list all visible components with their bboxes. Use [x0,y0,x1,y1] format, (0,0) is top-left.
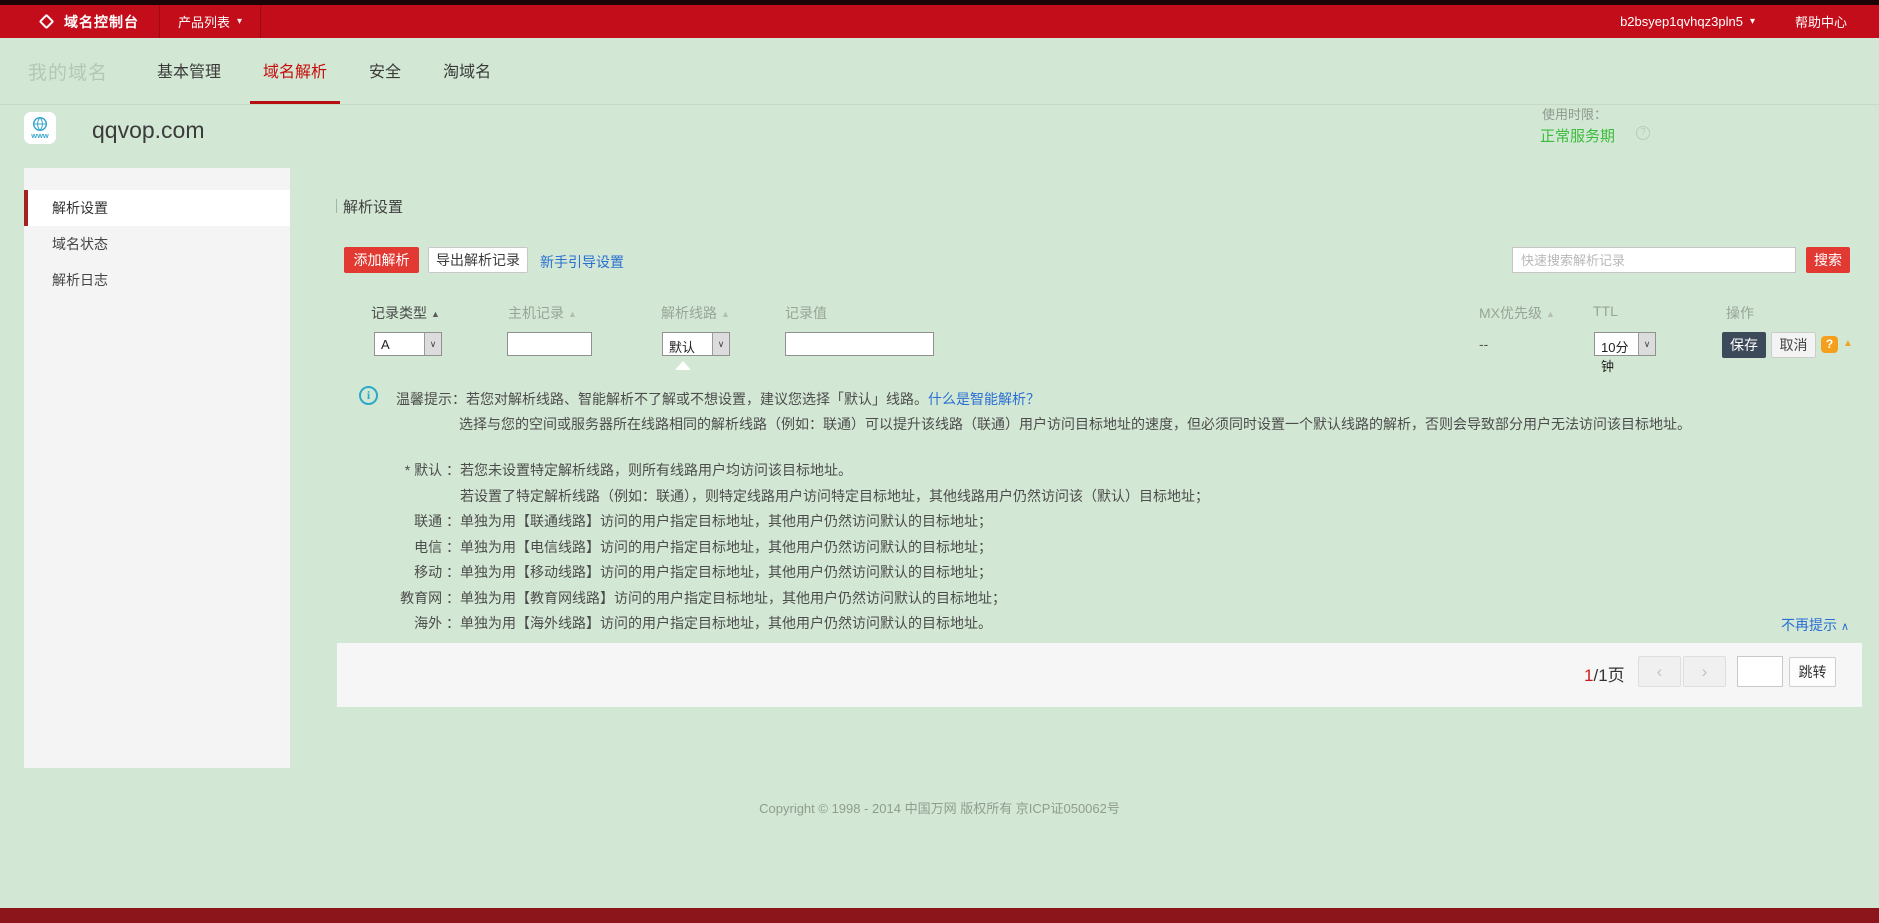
beginner-guide-link[interactable]: 新手引导设置 [540,252,624,272]
sidebar-item-domain-status[interactable]: 域名状态 [24,226,290,262]
account-menu[interactable]: b2bsyep1qvhqz3pln5 ▾ [1606,5,1769,38]
record-value-input[interactable] [785,332,934,356]
pagination-bar [337,643,1862,707]
column-header-mx-priority[interactable]: MX优先级 ▲ [1479,303,1555,323]
collapse-triangle-icon[interactable]: ▲ [1843,338,1853,349]
list-item: 移动 ：单独为用【移动线路】访问的用户指定目标地址，其他用户仍然访问默认的目标地… [414,564,992,580]
save-button[interactable]: 保存 [1722,332,1766,358]
sort-asc-icon: ▲ [1546,309,1555,319]
search-button[interactable]: 搜索 [1806,247,1850,273]
chevron-down-icon: ▾ [1749,16,1755,27]
sidebar-item-dns-settings[interactable]: 解析设置 [24,190,290,226]
wanwang-logo-icon [38,13,55,30]
what-is-smart-dns-link[interactable]: 什么是智能解析？ [928,391,1040,407]
usage-period-label: 使用时限： [1542,107,1608,122]
top-navbar: 域名控制台 产品列表 ▾ b2bsyep1qvhqz3pln5 ▾ 帮助中心 [0,5,1879,38]
page-jump-input[interactable] [1737,656,1783,687]
tips-line1: 温馨提示：若您对解析线路、智能解析不了解或不想设置，建议您选择「默认」线路。什么… [396,391,1040,407]
dismiss-tips-link[interactable]: 不再提示 ∧ [1781,615,1849,635]
sidebar: 解析设置 域名状态 解析日志 [24,168,290,768]
sidebar-item-dns-log[interactable]: 解析日志 [24,262,290,298]
select-arrow-icon: ∨ [712,333,729,355]
sort-asc-icon: ▲ [431,309,440,319]
brand-label: 域名控制台 [64,13,139,30]
copyright-footer: Copyright © 1998 - 2014 中国万网 版权所有 京ICP证0… [759,801,1120,816]
svg-text:www: www [30,131,49,140]
page-jump-button[interactable]: 跳转 [1789,657,1836,687]
prev-page-button[interactable]: ‹ [1638,656,1681,687]
tab-tao-domain[interactable]: 淘域名 [430,38,504,104]
list-item: * 默认 ：若您未设置特定解析线路，则所有线路用户均访问该目标地址。 [404,462,852,478]
tab-dns-resolution[interactable]: 域名解析 [250,38,341,104]
mx-priority-value: -- [1479,336,1489,352]
host-record-input[interactable] [507,332,592,356]
column-header-record-type[interactable]: 记录类型 ▲ [371,303,440,323]
list-item: 海外 ：单独为用【海外线路】访问的用户指定目标地址，其他用户仍然访问默认的目标地… [414,615,992,631]
title-marker [336,199,337,213]
list-item: 联通 ：单独为用【联通线路】访问的用户指定目标地址，其他用户仍然访问默认的目标地… [414,513,992,529]
bottom-red-bar [0,908,1879,923]
cancel-button[interactable]: 取消 [1771,332,1816,358]
column-header-line[interactable]: 解析线路 ▲ [661,303,730,323]
status-help-icon[interactable]: ? [1636,126,1650,140]
account-name: b2bsyep1qvhqz3pln5 [1620,14,1743,29]
add-record-button[interactable]: 添加解析 [344,247,419,273]
navbar-divider [260,5,262,38]
row-help-icon[interactable]: ? [1821,336,1838,353]
select-arrow-icon: ∨ [1638,333,1655,355]
search-input[interactable] [1512,247,1796,273]
tips-line2: 选择与您的空间或服务器所在线路相同的解析线路（例如：联通）可以提升该线路（联通）… [459,416,1691,432]
tab-basic-management[interactable]: 基本管理 [144,38,234,104]
section-title-my-domains: 我的域名 [28,62,109,84]
page-indicator: 1/1页 [1584,666,1625,685]
domain-console-page: 域名控制台 产品列表 ▾ b2bsyep1qvhqz3pln5 ▾ 帮助中心 我… [0,0,1879,923]
list-item: 教育网 ：单独为用【教育网线路】访问的用户指定目标地址，其他用户仍然访问默认的目… [400,589,1006,606]
info-icon: i [359,386,378,405]
domain-tabbar: 我的域名 基本管理 域名解析 安全 淘域名 [0,38,1879,105]
tooltip-arrow [675,361,691,370]
tab-security[interactable]: 安全 [356,38,414,104]
line-select[interactable]: 默认 ∨ [662,332,730,356]
line-explanations: * 默认 ：若您未设置特定解析线路，则所有线路用户均访问该目标地址。 若设置了特… [396,458,1209,637]
ttl-select[interactable]: 10分钟 ∨ [1594,332,1656,374]
console-brand[interactable]: 域名控制台 [0,5,159,38]
record-type-select[interactable]: A ∨ [374,332,442,356]
select-arrow-icon: ∨ [424,333,441,355]
list-item: 电信 ：单独为用【电信线路】访问的用户指定目标地址，其他用户仍然访问默认的目标地… [414,538,992,555]
column-header-actions: 操作 [1726,305,1754,321]
service-status-badge: 正常服务期 [1540,128,1616,145]
collapse-up-icon: ∧ [1841,621,1850,633]
product-list-menu[interactable]: 产品列表 ▾ [160,5,260,38]
sort-asc-icon: ▲ [721,309,730,319]
list-item: 若设置了特定解析线路（例如：联通），则特定线路用户访问特定目标地址，其他线路用户… [460,487,1209,504]
export-records-button[interactable]: 导出解析记录 [428,247,528,273]
column-header-record-value: 记录值 [785,305,827,321]
domain-name: qqvop.com [92,117,205,143]
globe-www-icon: www [24,112,56,144]
product-list-label: 产品列表 [178,15,231,30]
sort-asc-icon: ▲ [568,309,577,319]
next-page-button[interactable]: › [1683,656,1726,687]
column-header-host-record[interactable]: 主机记录 ▲ [508,303,577,323]
page-title: 解析设置 [343,199,404,216]
help-center-link[interactable]: 帮助中心 [1769,5,1879,38]
chevron-down-icon: ▾ [237,16,243,27]
column-header-ttl: TTL [1593,303,1618,319]
